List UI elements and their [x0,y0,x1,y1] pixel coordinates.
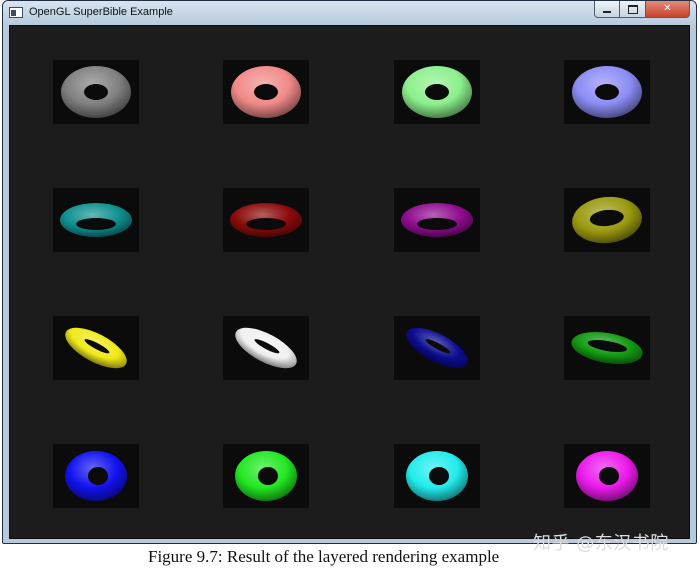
torus-salmon-tile [223,60,309,124]
torus-olive-tile [564,188,650,252]
maximize-icon [627,4,638,14]
torus-navy-tile [394,316,480,380]
torus-dark-red-tile [223,188,309,252]
torus-bright-green [235,451,297,501]
torus-cyan-tile [394,444,480,508]
window-title: OpenGL SuperBible Example [29,6,173,18]
app-window: OpenGL SuperBible Example ✕ [2,0,697,544]
torus-green [571,331,643,365]
app-window-icon[interactable] [9,7,23,18]
torus-light-green [402,66,472,118]
maximize-button[interactable] [620,1,646,18]
torus-yellow-tile [53,316,139,380]
figure-caption: Figure 9.7: Result of the layered render… [148,547,500,566]
torus-bright-green-tile [223,444,309,508]
window-controls: ✕ [594,1,690,19]
close-button[interactable]: ✕ [646,1,690,18]
torus-light-blue [572,66,642,118]
torus-white [235,327,297,369]
torus-gray-tile [53,60,139,124]
torus-purple [401,203,473,237]
watermark: 知乎 @东汉书院 [533,533,669,554]
torus-cyan [406,451,468,501]
torus-blue [65,451,127,501]
torus-teal-tile [53,188,139,252]
torus-magenta [576,451,638,501]
torus-white-tile [223,316,309,380]
minimize-button[interactable] [594,1,620,18]
torus-gray [61,66,131,118]
torus-purple-tile [394,188,480,252]
torus-dark-red [230,203,302,237]
torus-light-blue-tile [564,60,650,124]
torus-blue-tile [53,444,139,508]
torus-light-green-tile [394,60,480,124]
close-icon: ✕ [663,3,672,14]
torus-navy [406,327,468,369]
minimize-icon [603,10,611,13]
torus-salmon [231,66,301,118]
torus-green-tile [564,316,650,380]
torus-teal [60,203,132,237]
render-viewport[interactable] [9,25,690,539]
title-bar[interactable]: OpenGL SuperBible Example ✕ [3,1,696,25]
torus-olive [572,196,642,244]
torus-yellow [65,327,127,369]
torus-magenta-tile [564,444,650,508]
